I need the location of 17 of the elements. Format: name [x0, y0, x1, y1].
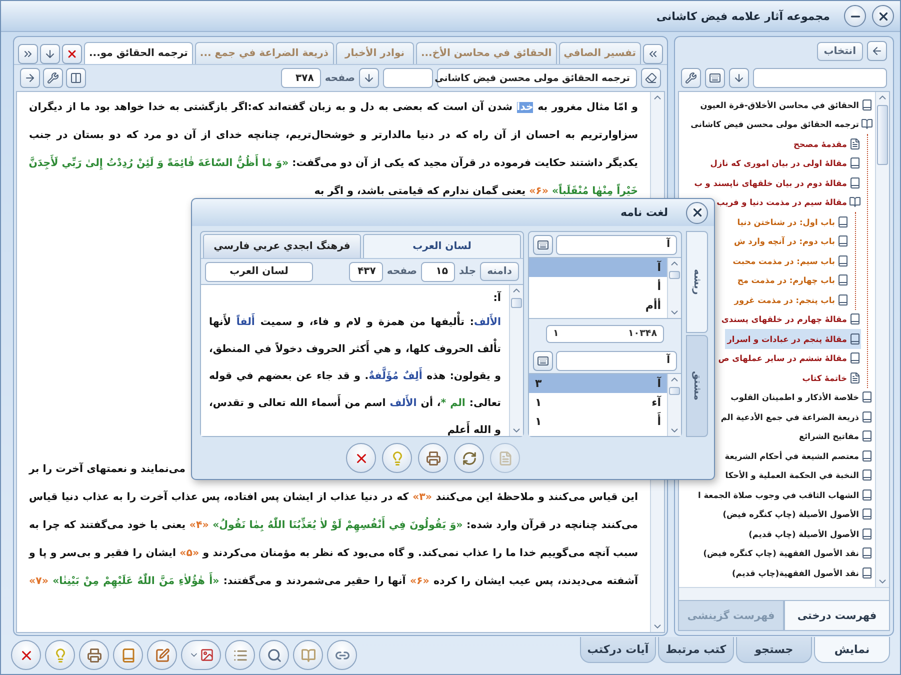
dialog-title: لغت نامه: [620, 206, 668, 219]
text-line: می‌کنند چنانچه در قرآن وارد شده: «وَ يَقُولُونَ فِي أَنْفُسِهِمْ لَوْ لاٰ يُعَذِّبُنَا اللّٰهُ بِمٰا نَقُولُ» «۴» یعنی با خود می‌گفتند که چرا به: [29, 512, 638, 540]
text-line: خَيْراً مِنْهٰا مُنْقَلَباً» «۶» یعنی گمان ندارم که قیامتی باشد، و اگر به: [29, 178, 638, 206]
text-line: یکدیگر داشتند حکایت فرموده در قرآن مجید که یکی از آن دو می‌گفت: «وَ مٰا أَظُنُّ السّٰاعَةَ قٰائِمَةً وَ لَئِنْ رُدِدْتُ إِلىٰ رَبِّي لَأَجِدَنَّ: [29, 150, 638, 178]
text-line: آشفته می‌دیدند، پس عیب ایشان را کرده «۶» آنها را حقیر می‌شمردند و می‌گفتند: «أَ هٰؤُلاٰءِ مَنَّ اللّٰهُ عَلَيْهِمْ مِنْ بَيْنِنٰا» «۷»: [29, 568, 638, 596]
entry-text: الأَلف: تأْليفها من همزة و لام و فاء، و سميت أَلفاً لأَنها تأْلف الحروف كلها، و هي أَكثر الحروف دخولاً في المنطق، و يقولون: هذه أَلِفٌ مُؤَلَّفةٌ. و قد جاء عن بعضهم في قوله تعالى: الم *، أن الأَلف اسم من أَسماء الله تعالى و تقدس، و الله أَعلم: [209, 309, 501, 436]
window-title: مجموعه آثار علامه فیض کاشانی: [656, 10, 830, 22]
page-label: صفحه: [324, 72, 355, 84]
text-line: سزاوارتریم به احسان از آن راه که در دنیا مالدارتر و خوشحال‌تریم، چنانچه خدای از آن دو مرد که دو بستان در جنب: [29, 128, 638, 143]
entry-heading: آ:: [492, 290, 501, 306]
text-line: و امّا مثال مغرور به خدا شدن آن است که بعضی به دل و به زبان گفته‌اند که:اگر بازگشتی به خدا خواهد بود ما از دیگران: [29, 100, 638, 115]
page-label: صفحه: [386, 266, 418, 277]
result-counter: ۱۰۳۴۸ ۱: [546, 324, 664, 343]
volume-label: جلد: [459, 266, 476, 277]
text-line: سبب آنچه می‌گوییم خدا ما را عذاب نمی‌کند. و گاه می‌بود که نظر به مؤمنان می‌کردند و «۵» ایشان را فقیر و بی‌سر و پا و: [29, 546, 638, 561]
text-line: این قیاس می‌کنند و ملاحظهٔ این می‌کنند «۳» که در دنیا عذاب از ایشان پس افتاده، پس عذاب آخرت را به عذاب دنیا قیاس: [29, 490, 638, 505]
text-line: می‌نمایند و نعمتهای آخرت را بر: [29, 462, 186, 477]
